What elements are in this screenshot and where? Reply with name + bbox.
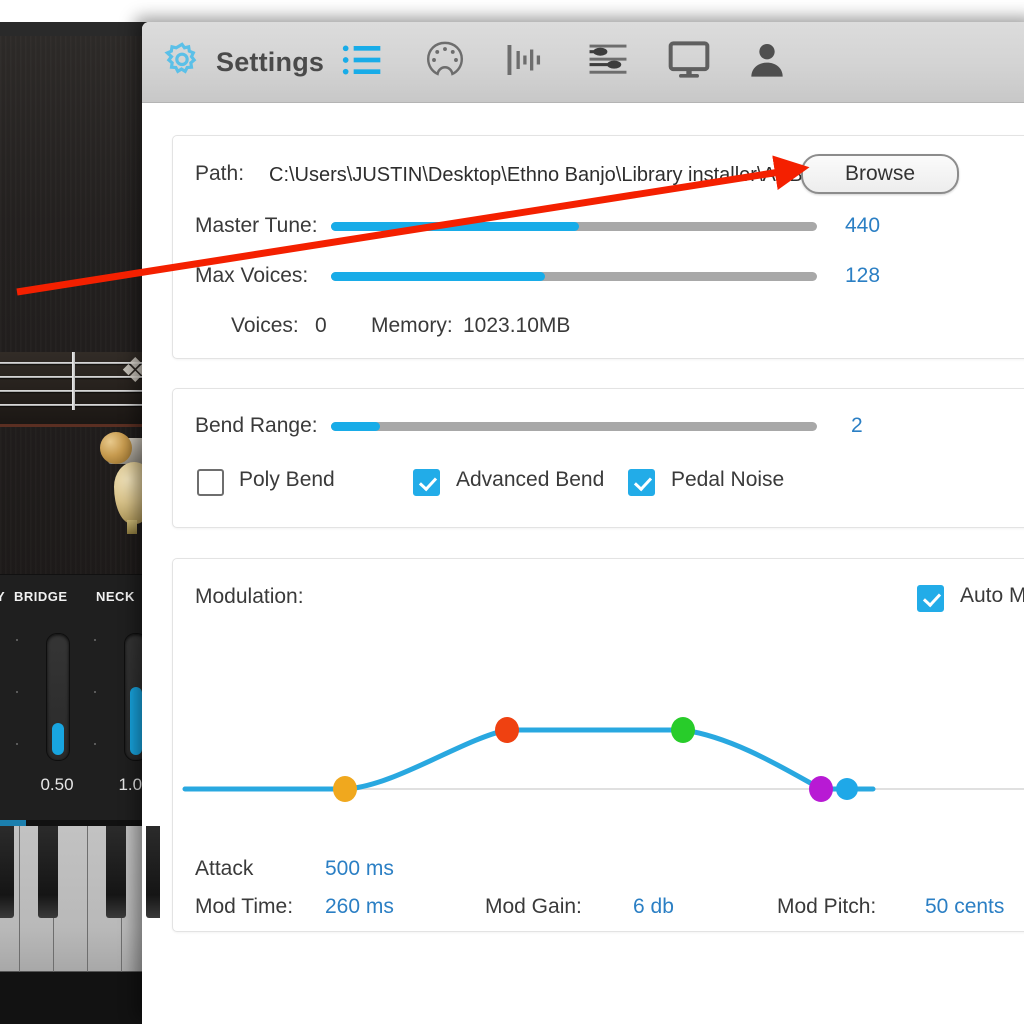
path-label: Path: <box>195 162 244 186</box>
mixer-sliders-icon <box>587 40 629 85</box>
user-icon <box>747 40 787 85</box>
mod-time-label: Mod Time: <box>195 895 293 919</box>
master-tune-label: Master Tune: <box>195 214 318 238</box>
settings-content: Path: C:\Users\JUSTIN\Desktop\Ethno Banj… <box>142 103 1024 1024</box>
envelope-curve <box>185 730 873 789</box>
attack-value[interactable]: 500 ms <box>325 857 394 881</box>
general-settings-card: Path: C:\Users\JUSTIN\Desktop\Ethno Banj… <box>172 135 1024 359</box>
bend-range-slider-fill <box>331 422 380 431</box>
bridge-fader-value: 0.50 <box>27 775 87 795</box>
fader-tick <box>16 743 18 745</box>
advanced-bend-checkbox[interactable] <box>413 469 440 496</box>
bridge-fader-fill <box>52 723 64 755</box>
mod-pitch-label: Mod Pitch: <box>777 895 876 919</box>
banjo-fret <box>72 352 75 410</box>
tab-display[interactable] <box>667 22 711 102</box>
master-tune-value: 440 <box>845 214 880 238</box>
attack-node[interactable] <box>333 776 357 802</box>
mixer-channel-labels: Y BRIDGE NECK <box>0 589 160 607</box>
advanced-bend-label: Advanced Bend <box>456 468 604 492</box>
end-node[interactable] <box>836 778 858 800</box>
screenshot-root: ❖❖ Y BRIDGE NECK 0.50 <box>0 0 1024 1024</box>
host-instrument-app: ❖❖ Y BRIDGE NECK 0.50 <box>0 22 160 1024</box>
settings-titlebar: Settings <box>142 22 1024 103</box>
piano-black-key[interactable] <box>106 826 126 918</box>
tab-settings[interactable]: Settings <box>162 22 324 102</box>
bend-range-label: Bend Range: <box>195 414 318 438</box>
banjo-artwork: ❖❖ <box>0 36 160 574</box>
modulation-card: Modulation: Auto Mo Attack 500 ms Mod Ti… <box>172 558 1024 932</box>
modulation-envelope-graph[interactable] <box>173 619 1024 834</box>
list-icon <box>342 43 382 82</box>
mod-time-value[interactable]: 260 ms <box>325 895 394 919</box>
memory-value: 1023.10MB <box>463 314 570 338</box>
bend-range-slider[interactable] <box>331 422 817 431</box>
release-node[interactable] <box>809 776 833 802</box>
mixer-label-neck: NECK <box>96 589 135 604</box>
master-tune-slider[interactable] <box>331 222 817 231</box>
bend-settings-card: Bend Range: 2 Poly Bend Advanced Bend Pe… <box>172 388 1024 528</box>
mod-gain-label: Mod Gain: <box>485 895 582 919</box>
path-value: C:\Users\JUSTIN\Desktop\Ethno Banjo\Libr… <box>269 164 885 187</box>
voices-label: Voices: <box>231 314 299 338</box>
midi-connector-icon <box>424 39 466 86</box>
master-tune-slider-fill <box>331 222 579 231</box>
fader-tick <box>94 691 96 693</box>
modulation-label: Modulation: <box>195 585 304 609</box>
tab-instrument-list[interactable] <box>342 22 382 102</box>
voices-value: 0 <box>315 314 327 338</box>
max-voices-label: Max Voices: <box>195 264 308 288</box>
tuning-peg-tip <box>127 520 137 534</box>
settings-dialog: Settings <box>142 22 1024 1024</box>
poly-bend-checkbox[interactable] <box>197 469 224 496</box>
hold-node[interactable] <box>671 717 695 743</box>
max-voices-slider-fill <box>331 272 545 281</box>
pedal-noise-label: Pedal Noise <box>671 468 784 492</box>
monitor-icon <box>667 40 711 85</box>
waveform-icon <box>506 43 548 82</box>
pedal-noise-checkbox[interactable] <box>628 469 655 496</box>
tab-midi[interactable] <box>424 22 466 102</box>
fader-tick <box>16 639 18 641</box>
tuning-peg-knob[interactable] <box>100 432 132 464</box>
keyboard-base <box>0 972 160 1024</box>
mixer-label-bridge: BRIDGE <box>14 589 68 604</box>
auto-mod-checkbox[interactable] <box>917 585 944 612</box>
bend-range-value: 2 <box>851 414 863 438</box>
settings-title: Settings <box>216 47 324 78</box>
fader-tick <box>94 743 96 745</box>
mod-pitch-value[interactable]: 50 cents <box>925 895 1004 919</box>
max-voices-value: 128 <box>845 264 880 288</box>
gear-icon <box>162 40 202 85</box>
piano-black-key[interactable] <box>146 826 160 918</box>
poly-bend-label: Poly Bend <box>239 468 335 492</box>
host-keyboard[interactable] <box>0 820 160 1024</box>
attack-label: Attack <box>195 857 253 881</box>
peak-node[interactable] <box>495 717 519 743</box>
piano-white-key[interactable] <box>54 826 88 972</box>
mod-gain-value[interactable]: 6 db <box>633 895 674 919</box>
mixer-label-partial: Y <box>0 589 5 604</box>
auto-mod-label: Auto Mo <box>960 584 1024 608</box>
host-mixer-strip: Y BRIDGE NECK 0.50 1.00 <box>0 574 160 821</box>
neck-fader-fill <box>130 687 142 755</box>
tab-audio[interactable] <box>506 22 548 102</box>
host-topbar <box>0 22 160 37</box>
fader-tick <box>16 691 18 693</box>
tab-user[interactable] <box>747 22 787 102</box>
memory-label: Memory: <box>371 314 453 338</box>
max-voices-slider[interactable] <box>331 272 817 281</box>
bridge-fader[interactable] <box>46 633 70 761</box>
piano-black-key[interactable] <box>38 826 58 918</box>
browse-button[interactable]: Browse <box>801 154 959 194</box>
fader-tick <box>94 639 96 641</box>
tab-engine[interactable] <box>587 22 629 102</box>
piano-black-key[interactable] <box>0 826 14 918</box>
